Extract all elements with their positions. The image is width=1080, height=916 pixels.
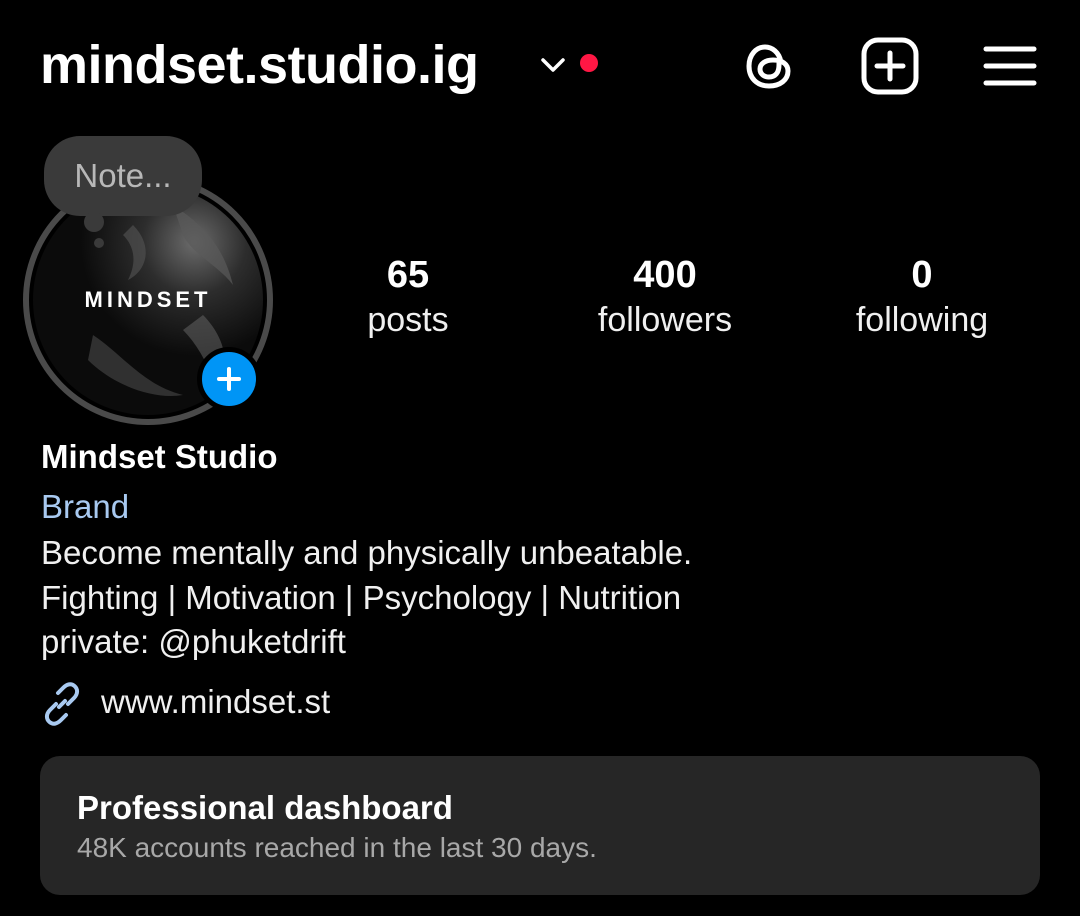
note-bubble-tail-dot [94,238,104,248]
posts-count: 65 [386,254,430,296]
followers-count: 400 [633,254,697,296]
website-link[interactable]: www.mindset.st [101,681,330,723]
avatar-logo-text: MINDSET [84,287,212,312]
posts-label: posts [367,301,449,339]
create-post-icon[interactable] [858,34,922,98]
add-story-button[interactable] [197,347,261,411]
dashboard-title: Professional dashboard [77,789,453,826]
bio-line: Become mentally and physically unbeatabl… [41,534,693,571]
threads-icon[interactable] [738,34,802,98]
following-stat[interactable]: 0 following [812,252,1032,342]
note-placeholder[interactable]: Note... [44,136,202,216]
dashboard-subtitle: 48K accounts reached in the last 30 days… [77,832,597,863]
menu-icon[interactable] [978,34,1042,98]
bio-line: Fighting | Motivation | Psychology | Nut… [41,579,682,616]
chevron-down-icon[interactable] [538,50,568,80]
posts-stat[interactable]: 65 posts [298,252,518,342]
followers-label: followers [597,301,733,339]
following-label: following [855,301,989,339]
bio-mention-line[interactable]: private: @phuketdrift [41,621,346,663]
notification-dot [580,54,598,72]
plus-icon-vertical [227,367,231,391]
followers-stat[interactable]: 400 followers [555,252,775,342]
link-icon [44,682,80,726]
display-name: Mindset Studio [41,438,278,475]
category-label: Brand [41,488,130,525]
username-switcher[interactable]: mindset.studio.ig [40,30,479,100]
following-count: 0 [911,254,933,296]
